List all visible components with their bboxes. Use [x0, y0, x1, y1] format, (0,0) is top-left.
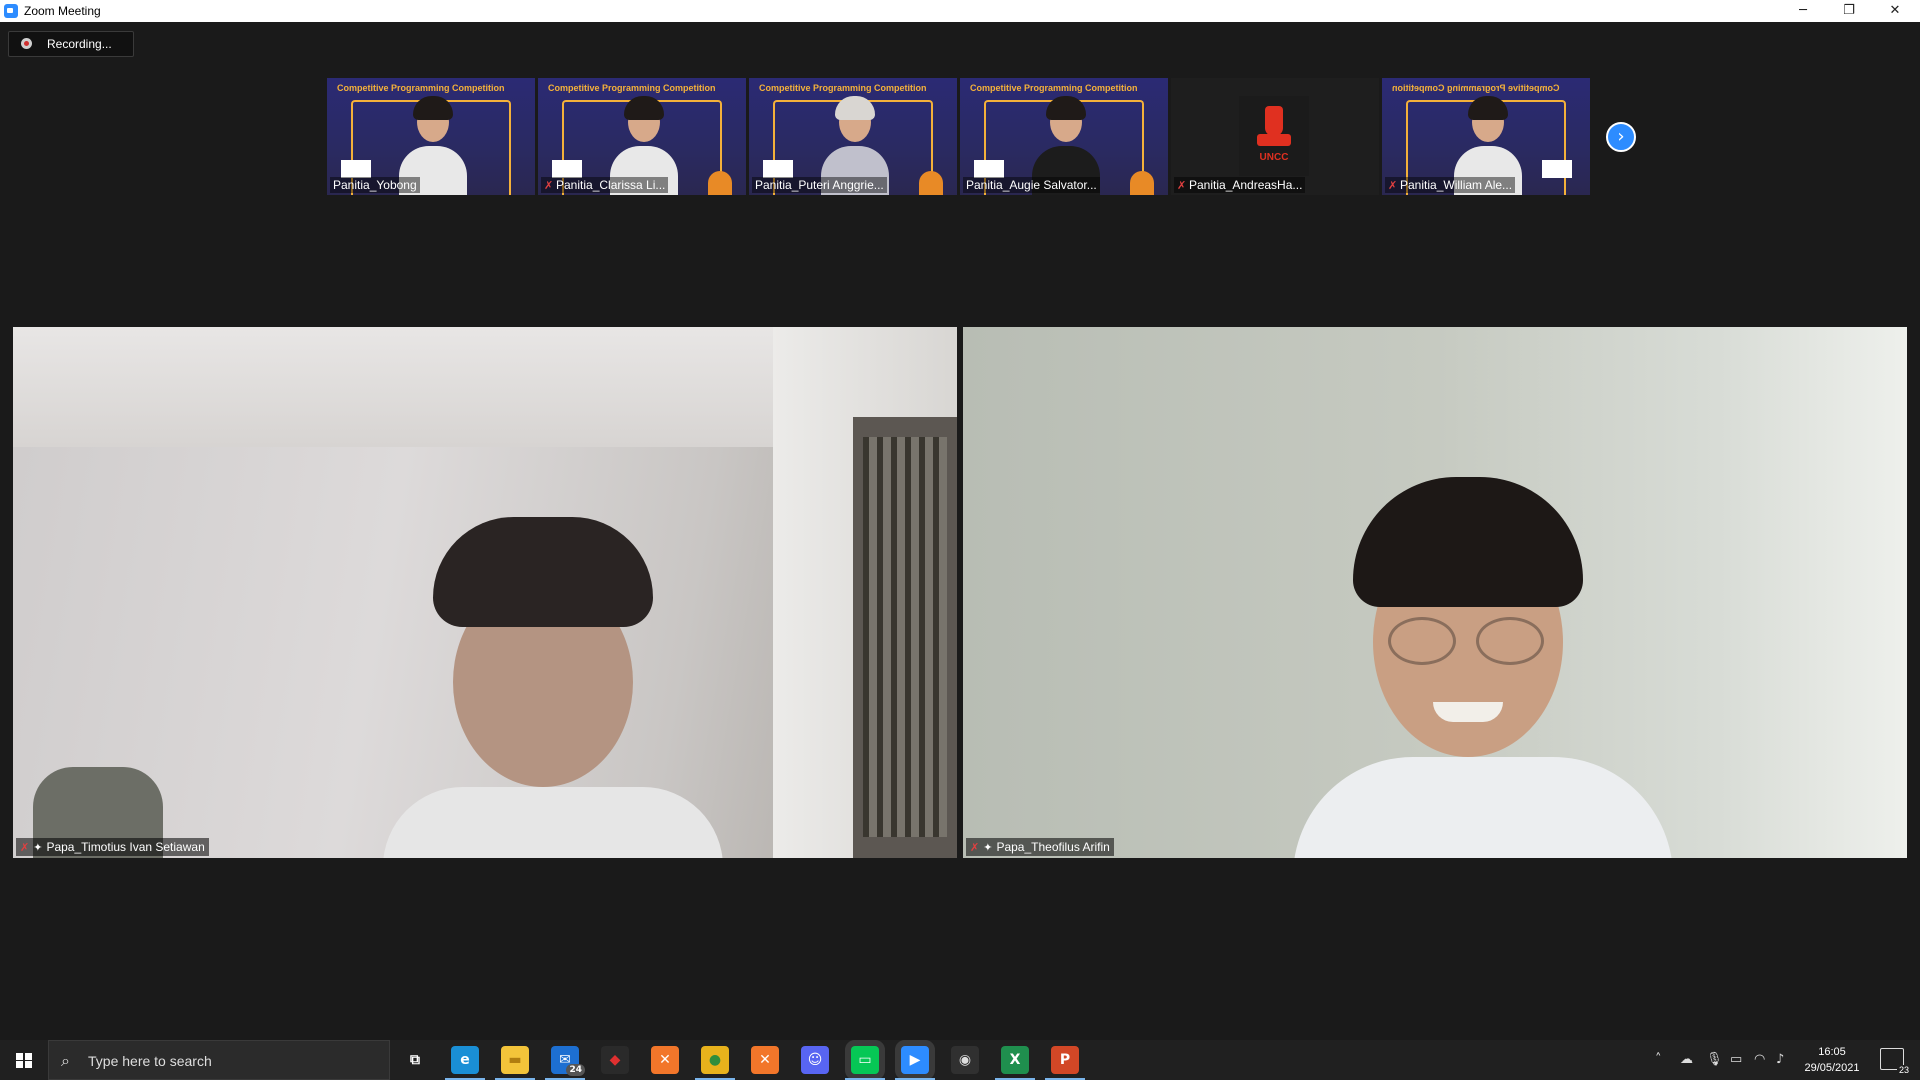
participant-video [383, 517, 723, 858]
microphone-icon[interactable]: 🎙 [1706, 1040, 1723, 1080]
muted-mic-icon: ✗ [970, 842, 980, 854]
participant-thumbnail[interactable]: Competitive Programming Competition ✗ Pan… [538, 78, 746, 195]
minimize-button[interactable]: ─ [1780, 0, 1826, 22]
recording-indicator[interactable]: Recording... [8, 31, 134, 57]
line-icon[interactable]: ▭ [845, 1046, 885, 1080]
window-title: Zoom Meeting [24, 4, 101, 18]
windows-icon [16, 1053, 32, 1068]
muted-mic-icon: ✗ [1388, 180, 1398, 192]
participant-name: ✗ Panitia_AndreasHa... [1174, 177, 1306, 193]
notification-icon[interactable]: 23 [1880, 1048, 1911, 1075]
muted-mic-icon: ✗ [20, 842, 30, 854]
muted-mic-icon: ✗ [544, 180, 554, 192]
participant-name: Panitia_Augie Salvator... [963, 177, 1100, 193]
participant-name: Panitia_Puteri Anggrie... [752, 177, 887, 193]
wifi-icon[interactable]: ◠ [1754, 1040, 1765, 1080]
banner-text: Competitive Programming Competition [970, 83, 1138, 93]
excel-icon[interactable]: X [995, 1046, 1035, 1080]
participant-thumbnail[interactable]: Competitive Programming Competition Pani… [960, 78, 1168, 195]
chevron-up-icon[interactable]: ˄ [1655, 1040, 1662, 1080]
video-tile[interactable]: ✗ ✦ Papa_Timotius Ivan Setiawan [13, 327, 957, 858]
edge-icon[interactable]: e [445, 1046, 485, 1080]
banner-text: Competitive Programming Competition [1392, 83, 1560, 93]
mail-badge: 24 [566, 1064, 585, 1076]
zoom-icon[interactable]: ▶ [895, 1046, 935, 1080]
task-view-icon[interactable]: ⧉ [401, 1046, 429, 1074]
discord-icon[interactable]: ☺ [801, 1046, 829, 1074]
start-button[interactable] [0, 1040, 48, 1080]
chevron-right-icon[interactable]: › [1606, 122, 1636, 152]
clock[interactable]: 16:05 29/05/2021 [1800, 1044, 1864, 1076]
date: 29/05/2021 [1804, 1062, 1860, 1074]
notification-count: 23 [1896, 1065, 1911, 1075]
uncc-logo: UNCC [1239, 96, 1309, 176]
powerpoint-icon[interactable]: P [1045, 1046, 1085, 1080]
participant-thumbnail[interactable]: Competitive Programming Competition Pani… [749, 78, 957, 195]
banner-text: Competitive Programming Competition [337, 83, 505, 93]
pin-icon: ✦ [33, 842, 43, 854]
title-bar: Zoom Meeting ─ ❐ ✕ [0, 0, 1920, 22]
participant-name: ✗ Panitia_Clarissa Li... [541, 177, 669, 193]
file-explorer-icon[interactable]: ▬ [495, 1046, 535, 1080]
participant-name: ✗ Panitia_William Ale... [1385, 177, 1516, 193]
participant-name: ✗ ✦ Papa_Timotius Ivan Setiawan [16, 838, 209, 856]
close-button[interactable]: ✕ [1872, 0, 1918, 22]
obs-icon[interactable]: ◉ [951, 1046, 979, 1074]
search-placeholder: Type here to search [88, 1053, 212, 1069]
banner-text: Competitive Programming Competition [759, 83, 927, 93]
participant-thumbnail[interactable]: UNCC ✗ Panitia_AndreasHa... [1171, 78, 1379, 195]
banner-text: Competitive Programming Competition [548, 83, 716, 93]
record-icon [21, 38, 32, 49]
participant-name: Panitia_Yobong [330, 177, 420, 193]
volume-icon[interactable]: ♪ [1776, 1040, 1784, 1080]
mail-icon[interactable]: ✉ 24 [545, 1046, 585, 1080]
time: 16:05 [1818, 1046, 1846, 1058]
participant-thumbnail[interactable]: Competitive Programming Competition ✗ Pan… [1382, 78, 1590, 195]
restore-button[interactable]: ❐ [1826, 0, 1872, 22]
battery-icon[interactable]: ▭ [1730, 1040, 1742, 1080]
pin-icon: ✦ [983, 842, 993, 854]
game-icon[interactable]: ◆ [601, 1046, 629, 1074]
search-icon: ⌕ [61, 1051, 70, 1070]
chrome-icon[interactable]: ● [695, 1046, 735, 1080]
participant-video [1293, 477, 1673, 858]
zoom-app-icon [4, 4, 18, 18]
xampp-icon[interactable]: ✕ [651, 1046, 679, 1074]
search-box[interactable]: ⌕ Type here to search [48, 1040, 390, 1080]
xampp-icon-2[interactable]: ✕ [751, 1046, 779, 1074]
muted-mic-icon: ✗ [1177, 180, 1187, 192]
participant-thumbnail[interactable]: Competitive Programming Competition Pani… [327, 78, 535, 195]
onedrive-icon[interactable]: ☁ [1680, 1040, 1693, 1080]
recording-label: Recording... [47, 37, 112, 51]
participant-name: ✗ ✦ Papa_Theofilus Arifin [966, 838, 1114, 856]
taskbar: ⌕ Type here to search ⧉ e ▬ ✉ 24 ◆ ✕ ● ✕ ☺ ▭ ▶ ◉ X P ˄… [0, 1040, 1920, 1080]
video-tile[interactable]: ✗ ✦ Papa_Theofilus Arifin [963, 327, 1907, 858]
